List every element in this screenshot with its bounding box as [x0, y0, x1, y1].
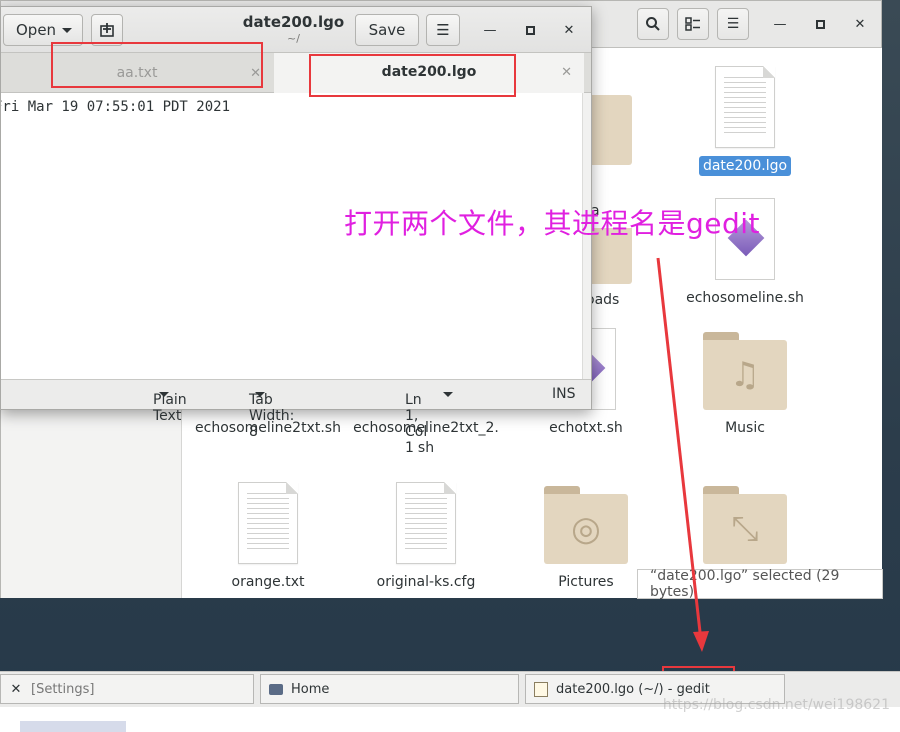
file-item[interactable]: ♫ Music — [665, 328, 825, 438]
maximize-button[interactable] — [519, 19, 541, 41]
grid-view-icon — [685, 17, 700, 31]
file-label: echotxt.sh — [549, 420, 623, 436]
file-item-selected[interactable]: date200.lgo — [665, 66, 825, 176]
taskbar-label: Home — [291, 681, 330, 697]
selection-status: “date200.lgo” selected (29 bytes) — [637, 568, 883, 600]
file-item[interactable]: orange.txt — [188, 482, 348, 592]
settings-icon: ✕ — [10, 681, 22, 697]
close-icon: ✕ — [563, 22, 575, 38]
minimize-icon: — — [483, 22, 497, 38]
maximize-icon — [525, 25, 535, 35]
minimize-icon: — — [773, 16, 787, 32]
chevron-down-icon — [62, 27, 73, 33]
taskbar-label: date200.lgo (~/) - gedit — [556, 681, 710, 697]
file-label: Pictures — [558, 574, 614, 590]
file-item[interactable]: ⤡ — [665, 482, 825, 564]
minimize-button[interactable]: — — [479, 19, 501, 41]
watermark: https://blog.csdn.net/wei198621 — [662, 697, 890, 713]
menu-button[interactable]: ☰ — [717, 8, 749, 40]
music-folder-icon: ♫ — [703, 328, 787, 410]
chevron-down-icon — [159, 392, 169, 397]
highlight-box-aa-tab — [51, 42, 263, 88]
file-item[interactable]: original-ks.cfg — [346, 482, 506, 592]
new-tab-icon — [100, 23, 114, 37]
taskbar-item-settings[interactable]: ✕ [Settings] — [0, 674, 254, 704]
gedit-statusbar: Plain Text Tab Width: 8 Ln 1, Col 1 INS — [1, 379, 591, 456]
document-icon — [238, 482, 298, 564]
save-button[interactable]: Save — [355, 14, 419, 46]
maximize-icon — [815, 19, 825, 29]
hamburger-icon: ☰ — [436, 21, 450, 39]
chevron-down-icon — [255, 392, 265, 397]
pictures-folder-icon: ◎ — [544, 482, 628, 564]
highlight-box-date-tab — [309, 54, 516, 97]
chevron-down-icon — [443, 392, 453, 397]
annotation-text: 打开两个文件，其进程名是gedit — [344, 207, 761, 240]
maximize-button[interactable] — [809, 13, 831, 35]
insert-mode: INS — [552, 386, 576, 402]
save-label: Save — [368, 21, 406, 39]
text-editor-icon — [532, 680, 550, 698]
view-toggle-button[interactable] — [677, 8, 709, 40]
search-button[interactable] — [637, 8, 669, 40]
public-share-folder-icon: ⤡ — [703, 482, 787, 564]
close-button[interactable]: ✕ — [558, 19, 580, 41]
close-button[interactable]: ✕ — [849, 13, 871, 35]
menu-button[interactable]: ☰ — [426, 14, 460, 46]
open-label: Open — [16, 21, 57, 39]
document-icon — [715, 66, 775, 148]
hamburger-icon: ☰ — [726, 16, 740, 32]
close-tab-icon[interactable]: ✕ — [561, 65, 572, 80]
close-icon: ✕ — [854, 16, 866, 32]
minimize-button[interactable]: — — [769, 13, 791, 35]
home-folder-icon — [267, 680, 285, 698]
document-icon — [396, 482, 456, 564]
workspace-indicator[interactable] — [20, 721, 126, 732]
taskbar-label: [Settings] — [31, 681, 95, 697]
file-label: date200.lgo — [698, 156, 792, 176]
folder-icon — [592, 83, 632, 165]
file-label: echosomeline.sh — [686, 290, 804, 306]
file-label: Music — [725, 420, 765, 436]
file-label: orange.txt — [231, 574, 305, 590]
search-icon — [646, 17, 660, 31]
taskbar-item-home[interactable]: Home — [260, 674, 519, 704]
file-label: original-ks.cfg — [376, 574, 476, 590]
